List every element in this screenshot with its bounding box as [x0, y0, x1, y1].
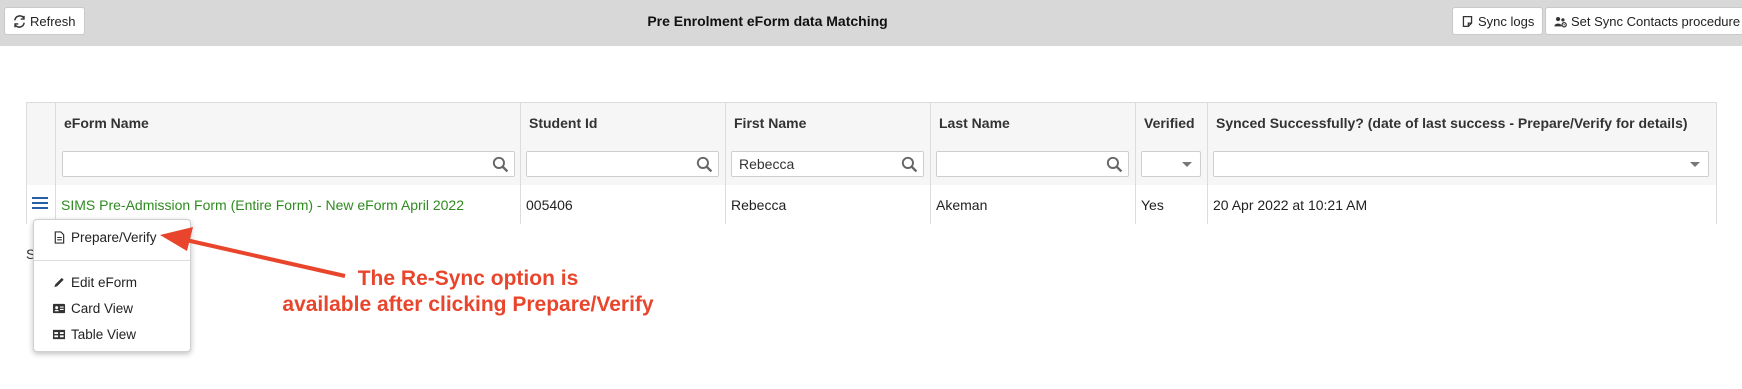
annotation-arrow	[160, 227, 346, 278]
annotation-line-2: available after clicking Prepare/Verify	[282, 293, 654, 316]
annotation-callout: The Re-Sync option is available after cl…	[258, 266, 678, 318]
annotation-line-1: The Re-Sync option is	[357, 267, 579, 290]
